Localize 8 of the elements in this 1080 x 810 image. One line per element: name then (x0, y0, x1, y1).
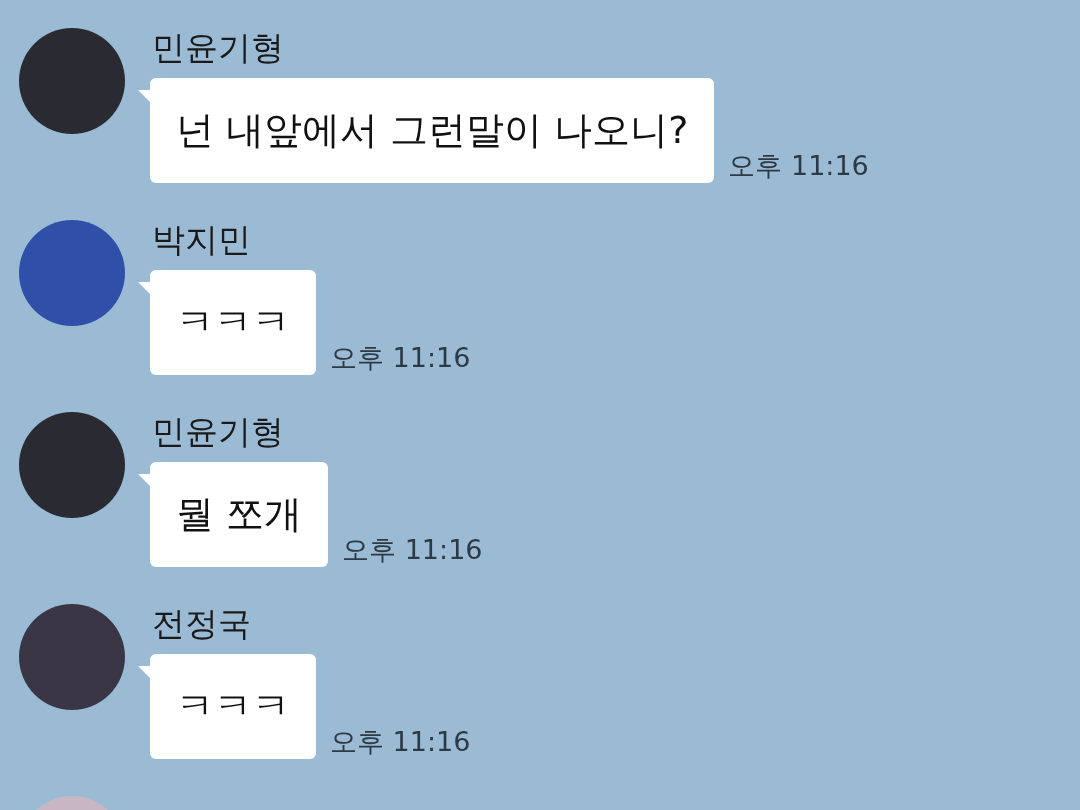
message-time: 오후 11:16 (330, 341, 471, 375)
sender-name: 전정국 (152, 604, 252, 645)
message-time: 오후 11:16 (330, 725, 471, 759)
sender-name: 박지민 (152, 220, 252, 261)
sender-name: 민윤기형 (152, 28, 285, 69)
sender-name: 민윤기형 (152, 412, 285, 453)
message-time: 오후 11:16 (728, 149, 869, 183)
message-time: 오후 11:16 (342, 533, 483, 567)
